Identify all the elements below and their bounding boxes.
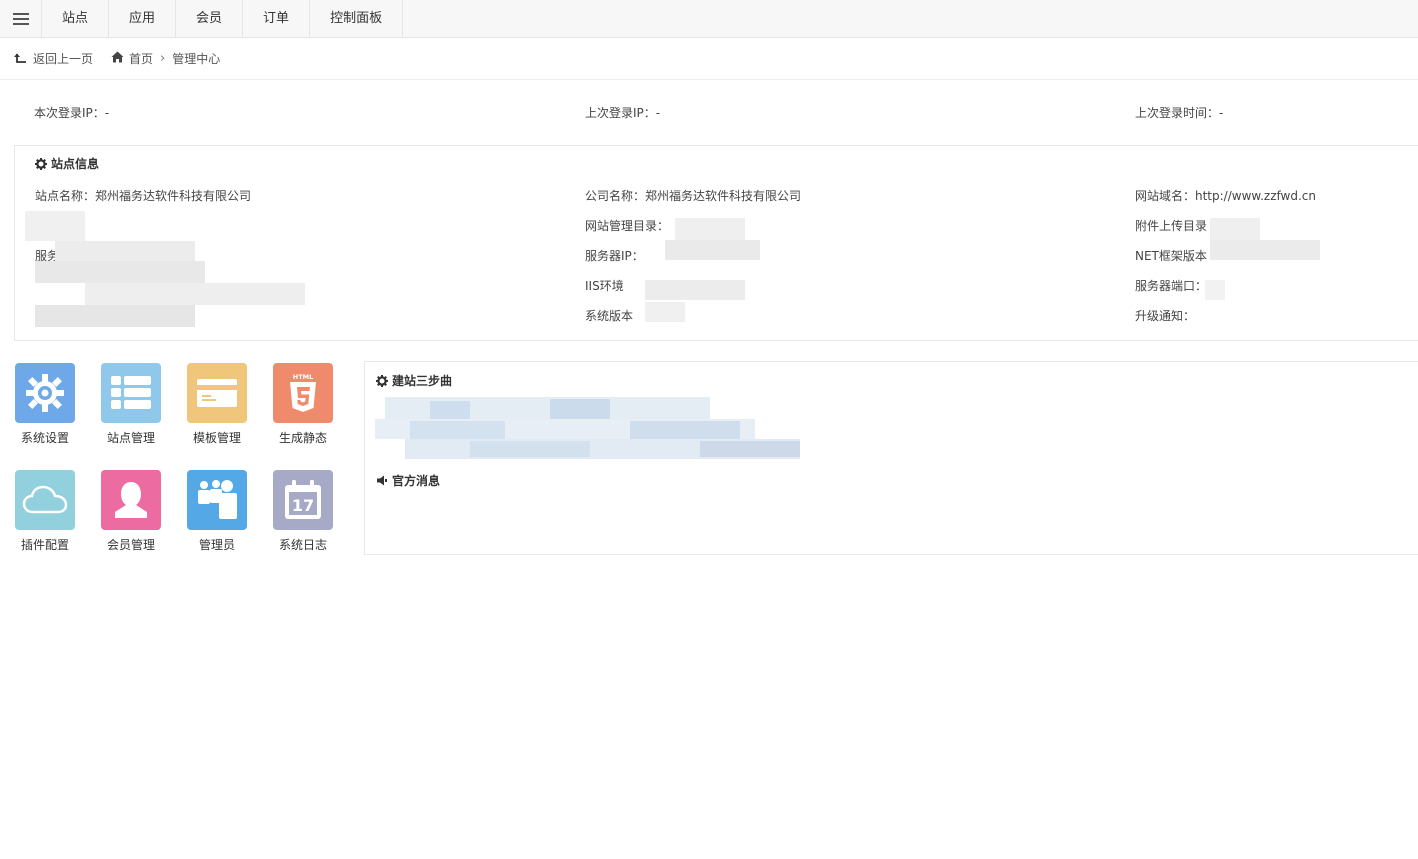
home-icon xyxy=(111,51,124,66)
back-link-label: 返回上一页 xyxy=(33,52,94,66)
svg-text:17: 17 xyxy=(292,496,314,515)
app-tile xyxy=(15,363,75,423)
chevron-right-icon: › xyxy=(160,51,166,66)
app-site-manage[interactable]: 站点管理 xyxy=(96,363,166,446)
app-system-settings[interactable]: 系统设置 xyxy=(10,363,80,446)
upload-dir: 附件上传目录 xyxy=(1135,219,1208,233)
server-port: 服务器端口： xyxy=(1135,279,1208,293)
app-label: 插件配置 xyxy=(20,538,69,552)
app-tile xyxy=(187,470,247,530)
app-tile: 17 xyxy=(273,470,333,530)
system-version: 系统版本 xyxy=(585,309,634,323)
app-label: 管理员 xyxy=(198,538,235,552)
net-version: NET框架版本 xyxy=(1135,249,1207,263)
app-label: 会员管理 xyxy=(106,538,155,552)
top-nav: 站点 应用 会员 订单 控制面板 xyxy=(0,0,1418,38)
gear-icon xyxy=(35,157,47,170)
app-label: 模板管理 xyxy=(192,431,241,445)
menu-toggle-button[interactable] xyxy=(0,0,42,37)
login-info: 本次登录IP：- 上次登录IP：- 上次登录时间：- xyxy=(0,104,1418,122)
news-title-wrap: 官方消息 xyxy=(376,472,440,489)
steps-title-wrap: 建站三步曲 xyxy=(376,372,452,389)
app-tile xyxy=(101,363,161,423)
app-member-manage[interactable]: 会员管理 xyxy=(96,470,166,553)
admin-dir: 网站管理目录： xyxy=(585,219,670,233)
gear-icon xyxy=(26,374,64,412)
site-info-panel: 站点信息 站点名称：郑州福务达软件科技有限公司 公司名称：郑州福务达软件科技有限… xyxy=(14,145,1418,341)
app-system-log[interactable]: 17 系统日志 xyxy=(268,470,338,553)
steps-title: 建站三步曲 xyxy=(392,374,453,388)
app-generate-static[interactable]: HTML 生成静态 xyxy=(268,363,338,446)
tab-orders[interactable]: 订单 xyxy=(243,0,311,37)
svg-text:HTML: HTML xyxy=(293,373,313,381)
site-domain: 网站域名：http://www.zzfwd.cn xyxy=(1135,189,1316,203)
app-tile xyxy=(15,470,75,530)
iis-env: IIS环境 xyxy=(585,279,624,293)
app-label: 生成静态 xyxy=(278,431,327,445)
app-label: 系统日志 xyxy=(278,538,327,552)
tab-apps[interactable]: 应用 xyxy=(109,0,177,37)
home-link-label: 首页 xyxy=(129,52,154,66)
app-tile xyxy=(101,470,161,530)
site-name: 站点名称：郑州福务达软件科技有限公司 xyxy=(35,189,252,203)
home-link[interactable]: 首页 xyxy=(111,50,153,67)
list-icon xyxy=(111,376,151,409)
app-admin[interactable]: 管理员 xyxy=(182,470,252,553)
upgrade-notice: 升级通知： xyxy=(1135,309,1196,323)
last-login-time: 上次登录时间：- xyxy=(1135,106,1224,120)
last-login-ip: 上次登录IP：- xyxy=(585,106,661,120)
company-name: 公司名称：郑州福务达软件科技有限公司 xyxy=(585,189,802,203)
app-label: 站点管理 xyxy=(106,431,155,445)
app-plugin-config[interactable]: 插件配置 xyxy=(10,470,80,553)
card-icon xyxy=(197,379,237,407)
steps-news-panel: 建站三步曲 官方消息 xyxy=(364,361,1418,555)
app-tile xyxy=(187,363,247,423)
back-arrow-icon xyxy=(14,53,27,65)
breadcrumb-current: 管理中心 xyxy=(172,52,221,66)
news-title: 官方消息 xyxy=(392,474,441,488)
hamburger-icon xyxy=(12,12,29,25)
site-info-title: 站点信息 xyxy=(51,157,100,171)
back-link[interactable]: 返回上一页 xyxy=(14,50,93,67)
gear-icon xyxy=(376,374,388,387)
app-label: 系统设置 xyxy=(20,431,69,445)
this-login-ip: 本次登录IP：- xyxy=(34,106,110,120)
tab-site[interactable]: 站点 xyxy=(42,0,110,37)
speaker-icon xyxy=(377,475,387,486)
users-icon xyxy=(198,480,237,519)
breadcrumb: 返回上一页 首页 › 管理中心 xyxy=(0,38,1418,80)
site-info-title-wrap: 站点信息 xyxy=(35,155,99,172)
app-tile: HTML xyxy=(273,363,333,423)
user-icon xyxy=(115,482,147,518)
calendar-icon: 17 xyxy=(285,480,321,519)
tab-control-panel[interactable]: 控制面板 xyxy=(310,0,404,37)
cloud-icon xyxy=(22,485,68,514)
app-template-manage[interactable]: 模板管理 xyxy=(182,363,252,446)
server-ip: 服务器IP： xyxy=(585,249,644,263)
tab-members[interactable]: 会员 xyxy=(176,0,244,37)
html5-icon: HTML xyxy=(290,373,316,412)
